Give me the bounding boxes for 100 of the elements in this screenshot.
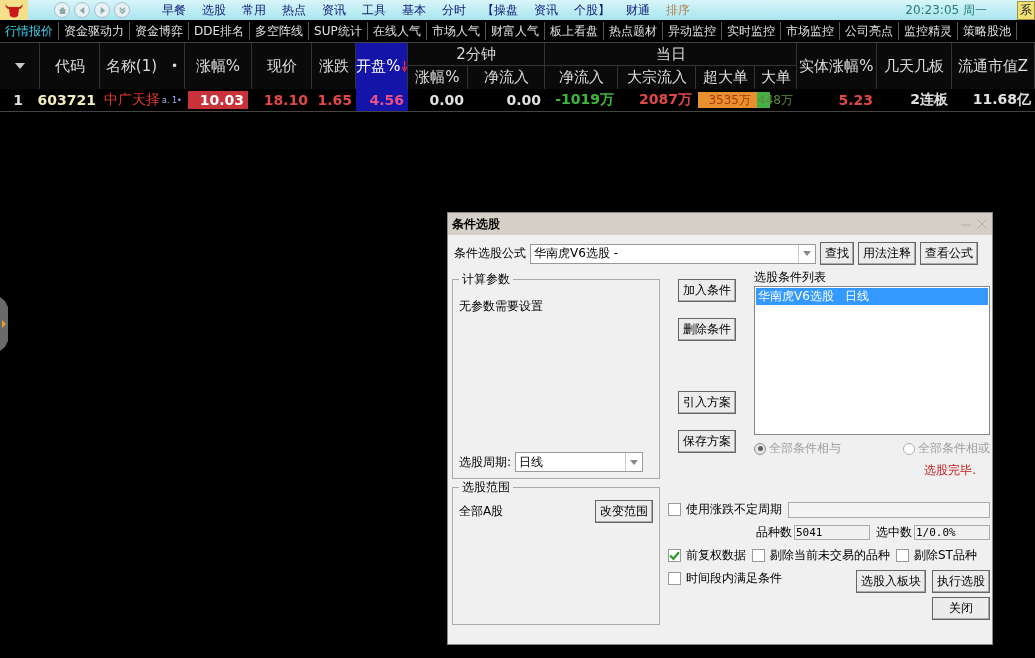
group-title: 选股范围 bbox=[461, 479, 511, 496]
parameters-note: 无参数需要设置 bbox=[459, 298, 544, 315]
table-cell-text: 11.68亿 bbox=[971, 90, 1032, 109]
menu-item[interactable]: 分时 bbox=[434, 1, 474, 19]
menu-item[interactable]: 早餐 bbox=[154, 1, 194, 19]
table-cell-text: 5.23 bbox=[837, 91, 874, 110]
menu-item[interactable]: 资讯 bbox=[526, 1, 566, 19]
column-header[interactable]: 流通市值Z bbox=[952, 43, 1035, 89]
period-input-field[interactable] bbox=[788, 501, 990, 518]
dialog-button[interactable]: 查看公式 bbox=[920, 242, 978, 265]
scope-value: 全部A股 bbox=[459, 503, 504, 520]
checkbox-option[interactable]: 前复权数据 bbox=[668, 547, 746, 564]
check-icon bbox=[669, 550, 680, 561]
dialog-button[interactable]: 加入条件 bbox=[678, 279, 736, 302]
checkbox-option[interactable]: 剔除ST品种 bbox=[896, 547, 977, 564]
side-panel-tab-icon[interactable] bbox=[0, 297, 9, 351]
formula-dropdown[interactable]: 华南虎V6选股 - bbox=[530, 243, 816, 264]
table-cell-text: 18.10 bbox=[262, 91, 309, 110]
bull-logo-icon bbox=[0, 0, 28, 20]
group-title: 计算参数 bbox=[461, 271, 511, 288]
checkbox-option[interactable]: 使用涨跌不定周期 bbox=[668, 501, 782, 518]
period-label: 选股周期: bbox=[459, 453, 512, 471]
dialog-button[interactable]: 选股入板块 bbox=[856, 570, 926, 593]
tab[interactable]: 监控精灵 bbox=[898, 22, 958, 40]
dialog-button[interactable]: 执行选股 bbox=[932, 570, 990, 593]
tab[interactable]: SUP统计 bbox=[309, 22, 368, 40]
count-field: 1/0.0% bbox=[914, 525, 990, 540]
column-header[interactable]: 涨幅% bbox=[408, 66, 468, 89]
period-dropdown[interactable]: 日线 bbox=[515, 452, 644, 472]
tab[interactable]: DDE排名 bbox=[189, 22, 251, 40]
sort-down-icon bbox=[401, 60, 407, 72]
caret-icon[interactable] bbox=[630, 459, 639, 465]
dialog-title: 条件选股 bbox=[452, 215, 500, 233]
status-text: 选股完毕. bbox=[924, 462, 976, 479]
table-cell-text: 2连板 bbox=[909, 90, 949, 109]
forward-icon[interactable] bbox=[94, 2, 110, 18]
column-header[interactable]: 大单 bbox=[755, 66, 797, 89]
tab[interactable]: 公司亮点 bbox=[839, 22, 899, 40]
dropdown-icon[interactable] bbox=[14, 63, 25, 69]
column-header[interactable]: 现价 bbox=[252, 43, 312, 89]
column-header[interactable]: 净流入 bbox=[545, 66, 618, 89]
column-header[interactable]: 超大单 bbox=[696, 66, 755, 89]
caret-icon[interactable] bbox=[803, 251, 811, 256]
clock-text: 20:23:05 周一 bbox=[905, 1, 987, 19]
column-header[interactable]: 涨幅% bbox=[185, 43, 252, 89]
dialog-button[interactable]: 删除条件 bbox=[678, 318, 736, 341]
tab[interactable]: 在线人气 bbox=[367, 22, 427, 40]
tab[interactable]: 资金驱动力 bbox=[59, 22, 130, 40]
menu-item[interactable]: 常用 bbox=[234, 1, 274, 19]
table-cell: 3535万 bbox=[696, 89, 755, 111]
tab[interactable]: 行情报价 bbox=[0, 22, 59, 40]
count-label: 品种数 bbox=[756, 524, 792, 541]
change-scope-button[interactable]: 改变范围 bbox=[595, 500, 653, 523]
tab[interactable]: 实时监控 bbox=[721, 22, 781, 40]
formula-label: 条件选股公式 bbox=[454, 245, 526, 262]
column-header[interactable]: 实体涨幅% bbox=[797, 43, 877, 89]
tab[interactable]: 板上看盘 bbox=[544, 22, 604, 40]
table-cell-text: 1.65 bbox=[316, 91, 353, 110]
column-header[interactable]: 开盘% bbox=[356, 43, 408, 89]
table-cell-text: -1019万 bbox=[554, 90, 615, 109]
column-header[interactable]: 代码 bbox=[40, 43, 100, 89]
menu-item[interactable]: 资讯 bbox=[314, 1, 354, 19]
dialog-button[interactable]: 保存方案 bbox=[678, 430, 736, 453]
tab[interactable]: 资金博弈 bbox=[130, 22, 189, 40]
count-label: 选中数 bbox=[876, 524, 912, 541]
checkbox-option[interactable]: 剔除当前未交易的品种 bbox=[752, 547, 890, 564]
tab[interactable]: 异动监控 bbox=[662, 22, 722, 40]
system-button[interactable]: 系 bbox=[1017, 0, 1035, 20]
column-header[interactable]: 名称(1) • bbox=[100, 43, 185, 89]
tab[interactable]: 策略股池 bbox=[957, 22, 1017, 40]
menu-item[interactable]: 热点 bbox=[274, 1, 314, 19]
tab[interactable]: 热点题材 bbox=[603, 22, 663, 40]
menu-item[interactable]: 【操盘 bbox=[474, 1, 526, 19]
column-header[interactable]: 大宗流入 bbox=[618, 66, 696, 89]
menu-item[interactable]: 选股 bbox=[194, 1, 234, 19]
table-cell-text: 2087万 bbox=[638, 90, 693, 109]
checkbox-option[interactable]: 时间段内满足条件 bbox=[668, 570, 782, 587]
dialog-button[interactable]: 查找 bbox=[820, 242, 854, 265]
column-header[interactable]: 净流入 bbox=[468, 66, 545, 89]
menu-item[interactable]: 财通 bbox=[618, 1, 658, 19]
dialog-button[interactable]: 关闭 bbox=[932, 597, 990, 620]
back-icon[interactable] bbox=[74, 2, 90, 18]
tab[interactable]: 财富人气 bbox=[485, 22, 545, 40]
column-group-header: 当日 bbox=[545, 43, 797, 66]
table-cell: 4.56 bbox=[356, 89, 408, 111]
dialog-button[interactable]: 用法注释 bbox=[858, 242, 916, 265]
table-cell-text: 1 bbox=[12, 91, 24, 110]
menu-item[interactable]: 基本 bbox=[394, 1, 434, 19]
tab[interactable]: 多空阵线 bbox=[250, 22, 310, 40]
double-chevron-icon[interactable] bbox=[114, 2, 130, 18]
tab[interactable]: 市场监控 bbox=[780, 22, 840, 40]
tab[interactable]: 市场人气 bbox=[426, 22, 486, 40]
close-icon[interactable] bbox=[976, 218, 988, 230]
menu-item[interactable]: 个股】 bbox=[566, 1, 618, 19]
table-cell-text: 0.00 bbox=[428, 91, 465, 110]
menu-item[interactable]: 工具 bbox=[354, 1, 394, 19]
home-icon[interactable] bbox=[54, 2, 70, 18]
column-header[interactable]: 几天几板 bbox=[877, 43, 952, 89]
condition-list-title: 选股条件列表 bbox=[754, 269, 827, 286]
dialog-button[interactable]: 引入方案 bbox=[678, 391, 736, 414]
